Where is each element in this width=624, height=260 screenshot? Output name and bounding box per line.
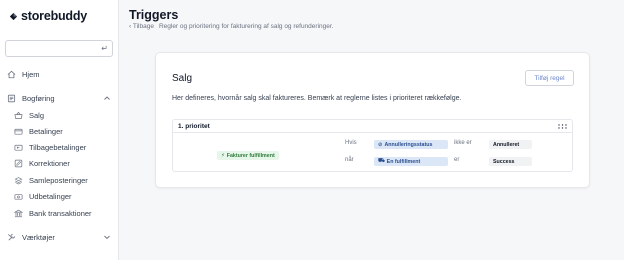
breadcrumb-description: Regler og prioritering for fakturering a… [158, 23, 334, 30]
sidebar-item-label: Værktøjer [22, 232, 55, 242]
action-badge[interactable]: ⚡ Fakturer fulfillment [217, 151, 279, 160]
chevron-left-icon: ‹ [129, 23, 132, 30]
sidebar-item-bank-transaktioner[interactable]: Bank transaktioner [13, 207, 92, 219]
sidebar-item-label: Korrektioner [29, 158, 70, 168]
condition-connector: når [345, 157, 354, 163]
sidebar-item-udbetalinger[interactable]: Udbetalinger [13, 190, 72, 202]
condition-field[interactable]: ⊘ Annulleringsstatus [374, 140, 448, 149]
search-input[interactable] [6, 45, 96, 60]
sidebar-item-label: Bank transaktioner [29, 208, 92, 218]
card-title: Salg [172, 73, 193, 84]
rule-priority: 1. prioritet [178, 123, 210, 130]
sidebar-item-label: Bogføring [22, 93, 55, 103]
search-box[interactable]: ↵ [5, 40, 113, 60]
chevron-up-icon[interactable] [103, 94, 111, 102]
sidebar-item-vaerktojer[interactable]: Værktøjer [6, 231, 113, 243]
ledger-icon [6, 93, 16, 103]
logo[interactable]: storebuddy [8, 9, 87, 23]
condition-field-label: Annulleringsstatus [384, 141, 433, 148]
sidebar-item-label: Tilbagebetalinger [29, 142, 87, 152]
sidebar-item-bogforing[interactable]: Bogføring [6, 92, 113, 104]
card-description: Her defineres, hvornår salg skal fakture… [172, 95, 462, 102]
condition-value[interactable]: Success [489, 157, 532, 166]
sidebar-item-label: Betalinger [29, 126, 63, 136]
truck-icon: ⛟ [378, 158, 385, 164]
back-link-label: Tilbage [132, 23, 154, 30]
card-icon [13, 126, 23, 136]
sidebar-item-korrektioner[interactable]: Korrektioner [13, 157, 70, 169]
refund-icon [13, 142, 23, 152]
sidebar: storebuddy ↵ Hjem Bogføring Salg Betalin… [0, 0, 119, 260]
drag-handle-icon[interactable] [558, 124, 567, 129]
home-icon [6, 69, 16, 79]
add-rule-button[interactable]: Tilføj regel [525, 70, 574, 86]
lightning-icon: ⚡ [221, 152, 225, 159]
rule-item[interactable]: 1. prioritet ⚡ Fakturer fulfillment Hvis… [172, 119, 573, 172]
sidebar-item-salg[interactable]: Salg [13, 109, 44, 121]
back-link[interactable]: ‹ Tilbage [129, 23, 154, 30]
stack-icon [13, 175, 23, 185]
payout-icon [13, 191, 23, 201]
tools-icon [6, 232, 16, 242]
logo-mark-icon [9, 12, 18, 20]
rule-header: 1. prioritet [173, 120, 572, 133]
basket-icon [13, 110, 23, 120]
page-title: Triggers [129, 8, 179, 22]
rules-card: Salg Tilføj regel Her defineres, hvornår… [155, 52, 590, 188]
edit-icon [13, 158, 23, 168]
sidebar-item-betalinger[interactable]: Betalinger [13, 125, 63, 137]
condition-value[interactable]: Annulleret [489, 140, 532, 149]
sidebar-item-tilbagebetalinger[interactable]: Tilbagebetalinger [13, 141, 86, 153]
sidebar-item-hjem[interactable]: Hjem [6, 68, 40, 80]
condition-operator[interactable]: ikke er [454, 140, 472, 146]
sidebar-item-label: Hjem [22, 69, 40, 79]
breadcrumb: ‹ Tilbage Regler og prioritering for fak… [129, 23, 333, 30]
condition-field[interactable]: ⛟ En fulfillment [374, 157, 448, 166]
cancel-circle-icon: ⊘ [378, 141, 383, 148]
condition-operator[interactable]: er [454, 157, 459, 163]
bank-icon [13, 208, 23, 218]
logo-text: storebuddy [21, 9, 88, 23]
sidebar-item-label: Samleposteringer [29, 175, 88, 185]
chevron-down-icon[interactable] [103, 233, 111, 241]
enter-icon: ↵ [101, 44, 108, 53]
condition-field-label: En fulfillment [386, 158, 421, 165]
sidebar-item-label: Salg [29, 110, 45, 120]
sidebar-item-samleposteringer[interactable]: Samleposteringer [13, 174, 88, 186]
sidebar-item-label: Udbetalinger [29, 191, 72, 201]
action-label: Fakturer fulfillment [226, 152, 275, 159]
condition-connector: Hvis [345, 140, 357, 146]
